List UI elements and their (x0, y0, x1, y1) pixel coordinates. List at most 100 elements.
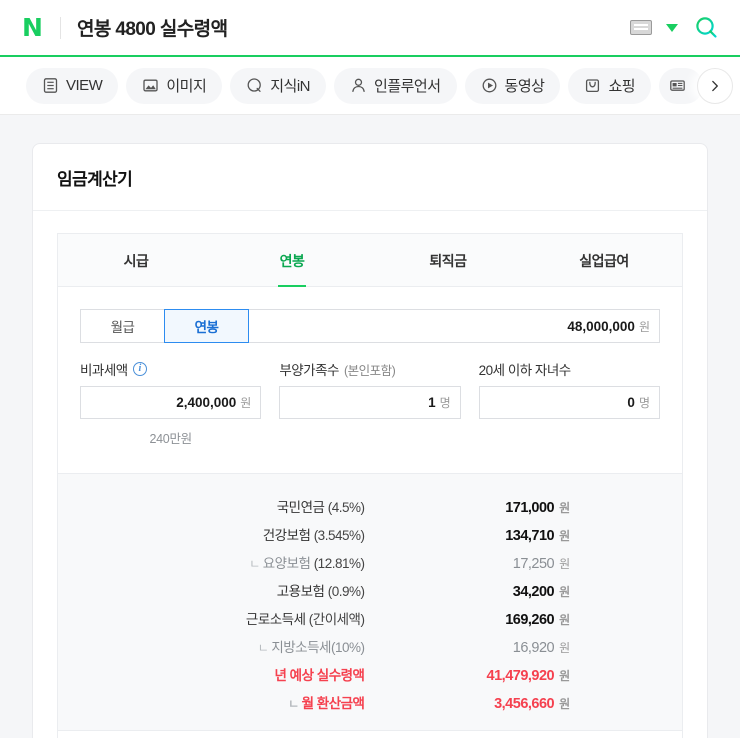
nontaxable-label: 비과세액 (80, 363, 128, 378)
tab-video[interactable]: 동영상 (464, 67, 561, 104)
chevron-down-icon[interactable] (666, 23, 678, 32)
result-label: ㄴ월 환산금액 (58, 692, 382, 712)
salary-value: 48,000,000 (567, 318, 635, 334)
result-pct: (3.545%) (313, 528, 365, 543)
tab-image[interactable]: 이미지 (126, 67, 223, 104)
tab-label: 인플루언서 (374, 78, 441, 95)
nontaxable-unit: 원 (240, 396, 252, 410)
nontaxable-field-group: 비과세액 i 2,400,000 원 240만원 (80, 359, 262, 447)
dependents-field-group: 부양가족수 (본인포함) 1 명 (279, 359, 461, 447)
result-value-wrap: 171,000 원 (382, 499, 570, 516)
tab-unemployment[interactable]: 실업급여 (526, 234, 682, 286)
salary-input[interactable]: 48,000,000 원 (248, 309, 660, 343)
result-name: 요양보험 (262, 556, 311, 571)
news-icon (669, 77, 686, 94)
result-unit: 원 (559, 557, 570, 571)
result-name: 고용보험 (276, 584, 325, 599)
tab-label: 동영상 (504, 78, 545, 95)
person-icon (350, 77, 367, 94)
result-value-wrap: 169,260 원 (382, 611, 570, 628)
result-value: 3,456,660 (494, 696, 555, 712)
result-unit: 원 (559, 641, 570, 655)
dependents-label-wrap: 부양가족수 (본인포함) (279, 359, 460, 379)
result-unit: 원 (559, 529, 570, 543)
result-value: 169,260 (505, 612, 555, 628)
result-value-wrap: 17,250 원 (382, 555, 570, 572)
play-circle-icon (481, 77, 498, 94)
result-label: 건강보험 (3.545%) (58, 524, 382, 544)
result-row: ㄴ 요양보험 (12.81%) 17,250 원 (58, 548, 682, 576)
result-row: 국민연금 (4.5%) 171,000 원 (58, 492, 682, 520)
result-unit: 원 (559, 585, 570, 599)
wage-calculator-card: 임금계산기 시급 연봉 퇴직금 실업급여 월급 연봉 48,000,000 원 (32, 143, 708, 738)
tab-shopping[interactable]: 쇼핑 (568, 67, 652, 104)
search-header: N 연봉 4800 실수령액 (0, 0, 740, 57)
nontaxable-value: 2,400,000 (176, 395, 237, 410)
result-value: 41,479,920 (486, 668, 555, 684)
calculator-body: 시급 연봉 퇴직금 실업급여 월급 연봉 48,000,000 원 비과세액 i… (57, 233, 683, 738)
tab-view[interactable]: VIEW (26, 67, 119, 104)
dependents-label-sub: (본인포함) (343, 363, 396, 378)
branch-icon: ㄴ (249, 557, 260, 571)
keyboard-icon[interactable] (630, 20, 652, 35)
result-name: 국민연금 (276, 500, 325, 515)
search-icon[interactable] (692, 13, 722, 43)
result-name: 지방소득세(10%) (271, 640, 365, 655)
tab-influencer[interactable]: 인플루언서 (334, 67, 457, 104)
salary-input-row: 월급 연봉 48,000,000 원 (80, 309, 660, 343)
tab-hourly[interactable]: 시급 (58, 234, 214, 286)
salary-unit: 원 (638, 319, 650, 334)
toggle-annual[interactable]: 연봉 (164, 309, 249, 343)
nontaxable-input[interactable]: 2,400,000 원 (80, 386, 262, 419)
tab-label: VIEW (66, 77, 103, 94)
chevron-right-icon (712, 80, 718, 91)
tab-label: 이미지 (166, 78, 207, 95)
result-value: 34,200 (512, 584, 555, 600)
children-input[interactable]: 0 명 (478, 386, 660, 419)
result-value: 134,710 (505, 528, 555, 544)
secondary-inputs-row: 비과세액 i 2,400,000 원 240만원 부양가족수 (본인포함) 1 … (80, 359, 660, 447)
naver-logo[interactable]: N (22, 15, 43, 40)
footer-note: 산재보험은 전액 회사 부담이고, 국민연금의 근로자 최대 부담액은 265,… (58, 730, 682, 738)
result-pct: (간이세액) (308, 612, 365, 627)
calculator-form: 월급 연봉 48,000,000 원 비과세액 i 2,400,000 원 24… (58, 287, 682, 473)
dependents-input[interactable]: 1 명 (279, 386, 461, 419)
result-pct: (4.5%) (327, 500, 365, 515)
toggle-monthly[interactable]: 월급 (80, 309, 165, 343)
result-unit: 원 (559, 669, 570, 683)
result-value-wrap: 134,710 원 (382, 527, 570, 544)
tab-kin[interactable]: 지식iN (230, 67, 327, 104)
result-label: 국민연금 (4.5%) (58, 496, 382, 516)
tab-annual-salary[interactable]: 연봉 (214, 234, 370, 286)
dependents-label: 부양가족수 (279, 363, 339, 378)
result-name: 근로소득세 (245, 612, 306, 627)
image-icon (142, 77, 159, 94)
result-name: 월 환산금액 (301, 696, 365, 711)
children-label-wrap: 20세 이하 자녀수 (479, 359, 660, 379)
result-value: 16,920 (512, 640, 555, 656)
info-icon[interactable]: i (132, 362, 147, 376)
search-tabbar: VIEW 이미지 지식iN 인플루언서 동영상 쇼핑 (0, 57, 740, 115)
result-row: 건강보험 (3.545%) 134,710 원 (58, 520, 682, 548)
results-list: 국민연금 (4.5%) 171,000 원 건강보험 (3.545%) 134,7… (58, 473, 682, 730)
result-name: 건강보험 (262, 528, 311, 543)
result-value: 17,250 (512, 556, 555, 572)
children-unit: 명 (638, 396, 650, 410)
result-label: 년 예상 실수령액 (58, 664, 382, 684)
result-label: ㄴ 지방소득세(10%) (58, 636, 382, 656)
question-circle-icon (246, 77, 263, 94)
tab-label: 지식iN (270, 78, 311, 95)
nontaxable-hint: 240만원 (149, 432, 192, 446)
search-query-text[interactable]: 연봉 4800 실수령액 (77, 14, 228, 41)
tab-label: 쇼핑 (608, 78, 636, 95)
document-list-icon (42, 77, 59, 94)
children-label: 20세 이하 자녀수 (478, 363, 572, 378)
tabbar-next-button[interactable] (697, 67, 734, 104)
page-title: 임금계산기 (33, 144, 707, 211)
result-value-wrap: 16,920 원 (382, 639, 570, 656)
tab-severance[interactable]: 퇴직금 (370, 234, 526, 286)
result-value: 171,000 (505, 500, 555, 516)
branch-icon: ㄴ (288, 697, 299, 711)
branch-icon: ㄴ (257, 641, 269, 655)
shopping-bag-icon (584, 77, 601, 94)
